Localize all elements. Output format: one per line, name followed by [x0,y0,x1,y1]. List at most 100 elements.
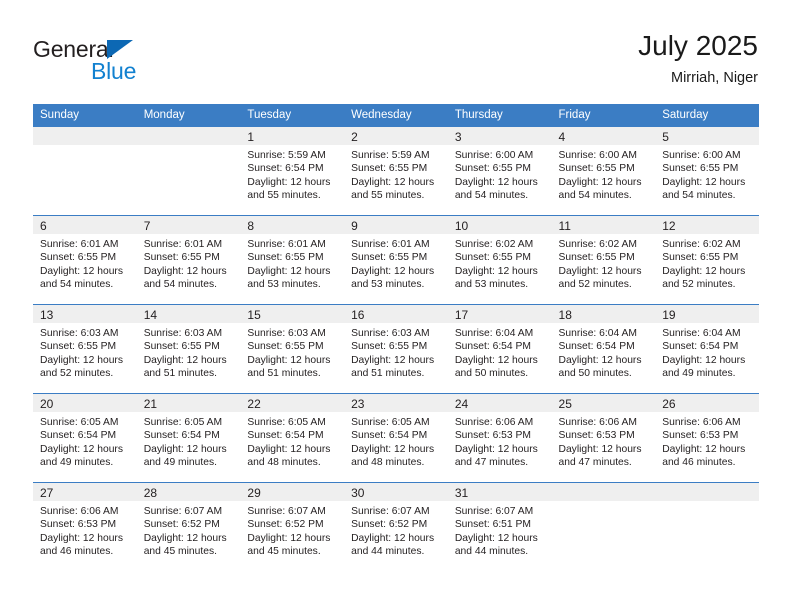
weekday-header-saturday: Saturday [655,104,759,127]
page-subtitle: Mirriah, Niger [670,70,758,86]
calendar-day-cell[interactable]: 12 Sunrise: 6:02 AM Sunset: 6:55 PM Dayligh… [655,215,759,305]
calendar-day-cell[interactable]: 21 Sunrise: 6:05 AM Sunset: 6:54 PM Dayligh… [136,393,241,483]
daylight-text-line1: Daylight: 12 hours [40,265,123,277]
calendar-day-cell[interactable]: 28 Sunrise: 6:07 AM Sunset: 6:52 PM Dayligh… [136,482,241,571]
calendar-week-row: 6 Sunrise: 6:01 AM Sunset: 6:55 PM Daylight… [33,215,759,305]
calendar-day-cell[interactable]: 11 Sunrise: 6:02 AM Sunset: 6:55 PM Dayligh… [551,215,656,305]
day-number: 16 [351,308,365,322]
day-details: Sunrise: 6:04 AM Sunset: 6:54 PM Daylight:… [448,323,552,381]
day-number-band: 22 [240,394,345,412]
day-number: 13 [40,308,54,322]
calendar-day-cell[interactable]: 13 Sunrise: 6:03 AM Sunset: 6:55 PM Dayligh… [33,304,137,394]
calendar-day-cell[interactable]: 16 Sunrise: 6:03 AM Sunset: 6:55 PM Dayligh… [344,304,448,394]
calendar-day-cell[interactable]: 18 Sunrise: 6:04 AM Sunset: 6:54 PM Dayligh… [551,304,656,394]
daylight-text-line2: and 52 minutes. [558,279,632,291]
logo-triangle-icon [107,40,133,59]
sunrise-text: Sunrise: 6:03 AM [40,328,119,339]
daylight-text-line2: and 54 minutes. [143,279,217,291]
weekday-header-thursday: Thursday [447,104,552,127]
daylight-text-line2: and 54 minutes. [454,190,529,202]
daylight-text-line2: and 46 minutes. [40,546,114,558]
sunset-text: Sunset: 6:54 PM [40,430,117,442]
calendar-day-cell[interactable]: 15 Sunrise: 6:03 AM Sunset: 6:55 PM Dayligh… [240,304,345,394]
calendar-day-cell[interactable]: 9 Sunrise: 6:01 AM Sunset: 6:55 PM Daylight… [344,215,448,305]
calendar-day-cell[interactable]: 29 Sunrise: 6:07 AM Sunset: 6:52 PM Dayligh… [240,482,345,571]
weekday-header-sunday: Sunday [33,104,137,127]
sunset-text: Sunset: 6:54 PM [662,341,739,353]
day-number-band: 27 [33,483,137,501]
calendar-day-cell[interactable]: 2 Sunrise: 5:59 AM Sunset: 6:55 PM Daylight… [344,126,448,216]
day-details: Sunrise: 6:01 AM Sunset: 6:55 PM Daylight:… [137,234,241,292]
calendar-day-cell[interactable]: 3 Sunrise: 6:00 AM Sunset: 6:55 PM Daylight… [447,126,552,216]
day-number-band: 7 [136,216,241,234]
daylight-text-line1: Daylight: 12 hours [40,443,123,455]
calendar-day-cell[interactable]: 6 Sunrise: 6:01 AM Sunset: 6:55 PM Daylight… [33,215,137,305]
day-details: Sunrise: 6:07 AM Sunset: 6:52 PM Daylight:… [137,501,241,559]
calendar-day-cell[interactable]: 17 Sunrise: 6:04 AM Sunset: 6:54 PM Dayligh… [447,304,552,394]
calendar-day-cell[interactable]: 30 Sunrise: 6:07 AM Sunset: 6:52 PM Dayligh… [344,482,448,571]
calendar-day-cell[interactable]: 8 Sunrise: 6:01 AM Sunset: 6:55 PM Daylight… [240,215,345,305]
daylight-text-line1: Daylight: 12 hours [558,354,642,366]
calendar-week-row: 13 Sunrise: 6:03 AM Sunset: 6:55 PM Dayligh… [33,304,759,394]
daylight-text-line2: and 54 minutes. [558,190,632,202]
sunrise-text: Sunrise: 6:01 AM [351,239,430,250]
daylight-text-line2: and 51 minutes. [247,368,321,380]
daylight-text-line2: and 44 minutes. [351,546,425,558]
day-details: Sunrise: 6:01 AM Sunset: 6:55 PM Daylight:… [240,234,344,292]
sunset-text: Sunset: 6:55 PM [40,341,117,353]
calendar-day-cell[interactable]: 10 Sunrise: 6:02 AM Sunset: 6:55 PM Dayligh… [447,215,552,305]
sunrise-text: Sunrise: 6:05 AM [40,417,119,428]
calendar-empty-cell [136,126,241,216]
calendar-day-cell[interactable]: 22 Sunrise: 6:05 AM Sunset: 6:54 PM Dayligh… [240,393,345,483]
calendar-day-cell[interactable]: 24 Sunrise: 6:06 AM Sunset: 6:53 PM Dayligh… [447,393,552,483]
calendar-day-cell[interactable]: 5 Sunrise: 6:00 AM Sunset: 6:55 PM Daylight… [655,126,759,216]
sunset-text: Sunset: 6:55 PM [558,163,635,175]
day-number: 24 [454,397,469,411]
sunrise-text: Sunrise: 6:02 AM [662,239,741,250]
day-details: Sunrise: 6:06 AM Sunset: 6:53 PM Daylight:… [448,412,552,470]
calendar-day-cell[interactable]: 25 Sunrise: 6:06 AM Sunset: 6:53 PM Dayligh… [551,393,656,483]
sunrise-text: Sunrise: 6:02 AM [558,239,637,250]
sunrise-text: Sunrise: 6:05 AM [143,417,223,428]
day-details: Sunrise: 6:01 AM Sunset: 6:55 PM Daylight:… [33,234,137,292]
calendar-day-cell[interactable]: 1 Sunrise: 5:59 AM Sunset: 6:54 PM Daylight… [240,126,345,216]
day-number-band: 18 [551,305,656,323]
weekday-header-wednesday: Wednesday [344,104,448,127]
day-number: 28 [143,486,158,500]
generalblue-logo[interactable]: General Blue [33,36,213,88]
day-details: Sunrise: 6:02 AM Sunset: 6:55 PM Daylight:… [552,234,656,292]
sunset-text: Sunset: 6:55 PM [351,163,428,175]
daylight-text-line2: and 55 minutes. [247,190,321,202]
daylight-text-line2: and 53 minutes. [247,279,321,291]
day-number: 8 [247,219,255,233]
calendar-week-row: 1 Sunrise: 5:59 AM Sunset: 6:54 PM Daylight… [33,126,759,216]
day-number: 22 [247,397,261,411]
sunrise-text: Sunrise: 6:04 AM [662,328,741,339]
calendar-day-cell[interactable]: 7 Sunrise: 6:01 AM Sunset: 6:55 PM Daylight… [136,215,241,305]
sunset-text: Sunset: 6:55 PM [662,163,739,175]
daylight-text-line2: and 51 minutes. [143,368,217,380]
day-number: 19 [662,308,676,322]
calendar-day-cell[interactable]: 4 Sunrise: 6:00 AM Sunset: 6:55 PM Daylight… [551,126,656,216]
calendar-day-cell[interactable]: 14 Sunrise: 6:03 AM Sunset: 6:55 PM Dayligh… [136,304,241,394]
calendar-grid: Sunday Monday Tuesday Wednesday Thursday… [33,104,759,571]
day-number: 25 [558,397,572,411]
day-details: Sunrise: 6:03 AM Sunset: 6:55 PM Daylight:… [137,323,241,381]
calendar-day-cell[interactable]: 23 Sunrise: 6:05 AM Sunset: 6:54 PM Dayligh… [344,393,448,483]
calendar-day-cell[interactable]: 27 Sunrise: 6:06 AM Sunset: 6:53 PM Dayligh… [33,482,137,571]
calendar-day-cell[interactable]: 26 Sunrise: 6:06 AM Sunset: 6:53 PM Dayligh… [655,393,759,483]
daylight-text-line1: Daylight: 12 hours [662,265,746,277]
day-number-band: 25 [551,394,656,412]
daylight-text-line1: Daylight: 12 hours [143,265,227,277]
sunrise-text: Sunrise: 6:03 AM [143,328,223,339]
calendar-day-cell[interactable]: 19 Sunrise: 6:04 AM Sunset: 6:54 PM Dayligh… [655,304,759,394]
daylight-text-line2: and 52 minutes. [662,279,736,291]
calendar-day-cell[interactable]: 31 Sunrise: 6:07 AM Sunset: 6:51 PM Dayligh… [447,482,552,571]
calendar-day-cell[interactable]: 20 Sunrise: 6:05 AM Sunset: 6:54 PM Dayligh… [33,393,137,483]
day-details: Sunrise: 6:05 AM Sunset: 6:54 PM Daylight:… [33,412,137,470]
day-number-band: 15 [240,305,345,323]
day-number: 30 [351,486,365,500]
day-number: 11 [558,219,571,233]
sunset-text: Sunset: 6:54 PM [558,341,635,353]
sunset-text: Sunset: 6:55 PM [143,341,220,353]
